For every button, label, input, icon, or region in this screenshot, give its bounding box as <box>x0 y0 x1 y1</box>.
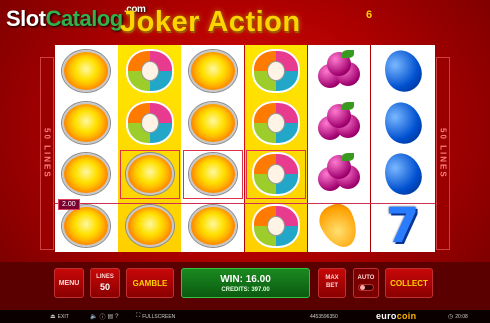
symbol-sun <box>184 47 242 94</box>
toggle-switch-icon <box>358 284 374 291</box>
symbol-seven: 7 <box>374 198 432 255</box>
symbol-joker <box>121 99 179 146</box>
symbol-joker <box>245 149 306 199</box>
blue-plum-icon <box>378 96 427 149</box>
win-line-value: 2.00 <box>58 199 80 210</box>
plum-icon <box>316 153 362 195</box>
reels-area: 7 <box>55 44 435 255</box>
status-bar: ⏏ EXIT 🔈 ⓘ ▤ ? ⛶ FULLSCREEN 4453596350 ◷… <box>0 310 490 323</box>
sun-icon <box>188 49 237 92</box>
game-title-superscript: 6 <box>366 9 373 21</box>
exit-link[interactable]: ⏏ EXIT <box>50 313 69 321</box>
clock-time: 20:08 <box>455 313 468 320</box>
sun-icon <box>62 153 111 196</box>
reel-6: 7 <box>370 44 435 255</box>
symbol-sun <box>57 47 115 94</box>
win-panel: WIN: 16.00 CREDITS: 397.00 <box>181 268 310 298</box>
symbol-joker <box>247 47 305 94</box>
joker-icon <box>125 48 174 93</box>
reel-4 <box>244 45 308 252</box>
lines-label: LINES <box>96 274 114 280</box>
symbol-sun <box>57 99 115 146</box>
fullscreen-icon: ⛶ <box>136 313 141 319</box>
watermark-logo: SlotCatalog .com <box>6 4 146 32</box>
autoplay-label: AUTO <box>357 275 375 281</box>
symbol-plum <box>310 47 368 94</box>
collect-button[interactable]: COLLECT <box>385 268 433 298</box>
plum-icon <box>316 101 362 144</box>
history-icon[interactable]: ▤ <box>108 313 114 320</box>
reel-2 <box>118 45 181 252</box>
plum-icon <box>316 49 362 92</box>
reel-1 <box>55 45 118 252</box>
sun-icon <box>188 205 237 248</box>
reel-3 <box>181 45 245 252</box>
max-bet-button[interactable]: MAX BET <box>318 268 346 298</box>
settings-icons: 🔈 ⓘ ▤ ? <box>90 312 119 322</box>
symbol-blue-plum <box>374 148 432 201</box>
eurocoin-logo: eurocoin <box>376 311 417 321</box>
joker-icon <box>251 100 300 145</box>
exit-label: EXIT <box>57 313 69 320</box>
fullscreen-label: FULLSCREEN <box>142 313 176 320</box>
sun-icon <box>188 101 237 144</box>
symbol-joker <box>121 47 179 94</box>
sun-icon <box>125 205 174 248</box>
credits-amount: CREDITS: 397.00 <box>221 286 270 293</box>
sun-icon <box>188 153 237 196</box>
symbol-plum <box>310 99 368 146</box>
symbol-sun <box>184 203 242 250</box>
symbol-joker <box>247 99 305 146</box>
symbol-sun <box>182 149 243 199</box>
symbol-sun <box>57 151 115 198</box>
blue-plum-icon <box>378 148 427 201</box>
autoplay-toggle[interactable]: AUTO <box>353 268 379 298</box>
lines-indicator-right: 50 LINES <box>436 57 450 250</box>
joker-icon <box>251 204 300 249</box>
sun-icon <box>125 153 174 196</box>
sun-icon <box>62 49 111 92</box>
seven-icon: 7 <box>386 198 420 255</box>
joker-icon <box>125 100 174 145</box>
sun-icon <box>62 205 111 248</box>
max-bet-label-2: BET <box>326 283 338 289</box>
info-icon[interactable]: ⓘ <box>99 312 105 321</box>
gamble-button[interactable]: GAMBLE <box>126 268 174 298</box>
symbol-plum <box>310 151 368 198</box>
joker-icon <box>251 48 300 93</box>
sound-icon[interactable]: 🔈 <box>90 313 97 320</box>
lines-indicator-left: 50 LINES <box>40 57 54 250</box>
symbol-sun <box>119 149 180 199</box>
reel-5 <box>307 45 371 254</box>
clock: ◷ 20:08 <box>448 313 468 321</box>
pear-icon <box>314 199 364 254</box>
fullscreen-link[interactable]: ⛶ FULLSCREEN <box>136 313 175 320</box>
exit-icon: ⏏ <box>50 314 56 320</box>
lines-button[interactable]: LINES 50 <box>90 268 120 298</box>
session-id: 4453596350 <box>310 313 338 320</box>
symbol-joker <box>247 203 305 250</box>
watermark-slot: Slot <box>6 6 46 31</box>
win-amount: WIN: 16.00 <box>220 273 271 285</box>
symbol-blue-plum <box>374 96 432 149</box>
help-icon[interactable]: ? <box>115 314 118 320</box>
sun-icon <box>62 101 111 144</box>
joker-icon <box>251 152 300 197</box>
symbol-sun <box>121 203 179 250</box>
max-bet-label-1: MAX <box>325 275 339 282</box>
lines-value: 50 <box>99 282 110 292</box>
clock-icon: ◷ <box>448 314 454 320</box>
watermark-catalog: Catalog <box>45 6 124 31</box>
win-line <box>55 203 435 204</box>
symbol-blue-plum <box>374 44 432 97</box>
blue-plum-icon <box>378 44 427 97</box>
game-title: Joker Action <box>120 6 301 38</box>
symbol-pear <box>310 199 368 254</box>
menu-button[interactable]: MENU <box>54 268 84 298</box>
symbol-sun <box>184 99 242 146</box>
